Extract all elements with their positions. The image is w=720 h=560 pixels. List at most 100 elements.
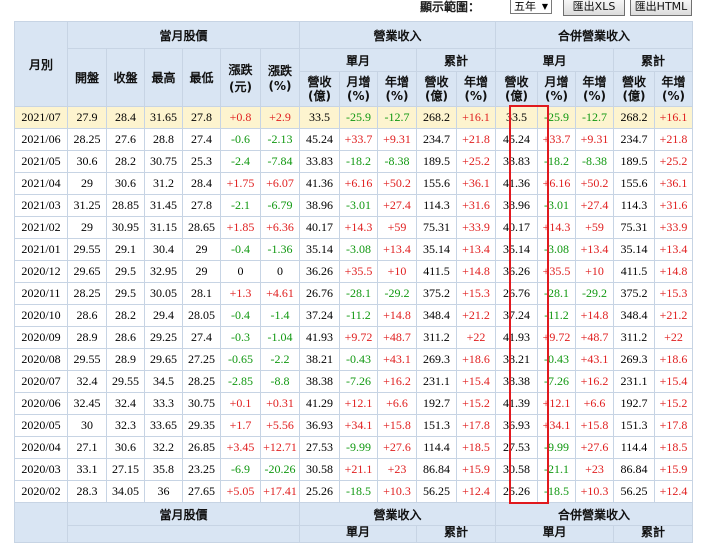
table-cell: 32.45	[67, 392, 107, 415]
table-cell: 0	[220, 260, 261, 283]
table-cell: 33.83	[495, 150, 538, 173]
col-con-cum-yoy: 年增 (%)	[654, 71, 693, 107]
table-cell: +10.3	[575, 480, 614, 503]
table-cell: +21.8	[654, 128, 693, 151]
table-cell: 269.3	[613, 348, 655, 371]
table-cell: 234.7	[613, 128, 655, 151]
table-cell: +48.7	[377, 326, 417, 349]
table-cell: 75.31	[613, 216, 655, 239]
table-cell: +18.6	[456, 348, 496, 371]
table-cell: 29.55	[67, 348, 107, 371]
table-cell: 28.9	[67, 326, 107, 349]
table-cell: 375.2	[416, 282, 457, 305]
table-cell: 28.9	[106, 348, 145, 371]
table-cell: 29.25	[144, 326, 183, 349]
table-cell: +6.6	[377, 392, 417, 415]
table-cell: 189.5	[613, 150, 655, 173]
col-high: 最高	[144, 48, 183, 107]
footer-consolidated-group: 合併營業收入	[495, 502, 693, 526]
table-cell: 25.3	[182, 150, 221, 173]
table-cell: +27.6	[377, 436, 417, 459]
month-column-header: 月別	[14, 21, 68, 107]
table-cell: +36.1	[654, 172, 693, 195]
table-cell: +5.56	[260, 414, 300, 437]
table-cell: 30.4	[144, 238, 183, 261]
table-cell: +12.1	[339, 392, 378, 415]
table-cell: -12.7	[575, 106, 614, 129]
table-cell: 26.76	[495, 282, 538, 305]
table-cell: +33.7	[339, 128, 378, 151]
table-cell: 35.8	[144, 458, 183, 481]
table-cell: +16.2	[377, 370, 417, 393]
table-cell: +9.31	[575, 128, 614, 151]
table-cell: +12.1	[537, 392, 576, 415]
table-cell: 268.2	[416, 106, 457, 129]
table-cell: 33.83	[299, 150, 340, 173]
table-cell: 33.65	[144, 414, 183, 437]
table-cell: +50.2	[575, 172, 614, 195]
table-cell: -3.08	[339, 238, 378, 261]
table-cell: +22	[654, 326, 693, 349]
table-cell: 36	[144, 480, 183, 503]
table-cell: 31.25	[67, 194, 107, 217]
table-cell: +15.4	[654, 370, 693, 393]
table-cell: 29	[182, 238, 221, 261]
table-cell: 38.21	[299, 348, 340, 371]
month-cell: 2021/01	[14, 238, 68, 261]
table-cell: 27.25	[182, 348, 221, 371]
table-cell: -9.99	[537, 436, 576, 459]
toolbar: 顯示範圍： 五年 ▼ 匯出XLS 匯出HTML	[0, 0, 720, 20]
table-cell: +1.7	[220, 414, 261, 437]
table-cell: 38.21	[495, 348, 538, 371]
table-row: 2020/06 32.45 32.4 33.3 30.75 +0.1 +0.31 41.29 +…	[14, 392, 693, 415]
range-select[interactable]: 五年 ▼	[510, 0, 552, 14]
table-cell: +21.1	[339, 458, 378, 481]
col-low: 最低	[182, 48, 221, 107]
table-cell: +33.9	[654, 216, 693, 239]
table-cell: -2.1	[220, 194, 261, 217]
table-cell: -29.2	[377, 282, 417, 305]
table-row: 2020/12 29.65 29.5 32.95 29 0 0 36.26 +35.5 +10 41…	[14, 260, 693, 283]
table-cell: 45.24	[299, 128, 340, 151]
col-change-pct: 漲跌 (%)	[260, 48, 300, 107]
month-cell: 2021/04	[14, 172, 68, 195]
month-cell: 2020/03	[14, 458, 68, 481]
col-rev-single-mom: 月增 (%)	[339, 71, 378, 107]
table-cell: 348.4	[416, 304, 457, 327]
table-cell: +17.8	[456, 414, 496, 437]
month-cell: 2020/06	[14, 392, 68, 415]
table-row: 2021/01 29.55 29.1 30.4 29 -0.4 -1.36 35.14 -3.0…	[14, 238, 693, 261]
table-cell: -2.13	[260, 128, 300, 151]
table-cell: -0.3	[220, 326, 261, 349]
export-html-button[interactable]: 匯出HTML	[630, 0, 692, 16]
table-cell: +14.8	[575, 304, 614, 327]
table-cell: -6.79	[260, 194, 300, 217]
table-cell: -7.26	[537, 370, 576, 393]
table-cell: 26.76	[299, 282, 340, 305]
table-cell: 155.6	[613, 172, 655, 195]
table-cell: +59	[377, 216, 417, 239]
table-cell: 30.75	[144, 150, 183, 173]
table-cell: +6.07	[260, 172, 300, 195]
table-cell: 114.4	[416, 436, 457, 459]
price-group-header: 當月股價	[67, 21, 300, 49]
table-cell: +43.1	[575, 348, 614, 371]
table-cell: +23	[575, 458, 614, 481]
table-cell: +33.7	[537, 128, 576, 151]
table-cell: +27.6	[575, 436, 614, 459]
table-cell: 32.4	[67, 370, 107, 393]
table-cell: 40.17	[299, 216, 340, 239]
table-cell: -9.99	[339, 436, 378, 459]
table-cell: 36.26	[495, 260, 538, 283]
table-cell: -18.2	[339, 150, 378, 173]
table-cell: +4.61	[260, 282, 300, 305]
table-cell: +12.4	[654, 480, 693, 503]
export-xls-button[interactable]: 匯出XLS	[563, 0, 625, 16]
table-cell: +1.3	[220, 282, 261, 305]
table-cell: +15.9	[654, 458, 693, 481]
table-cell: +36.1	[456, 172, 496, 195]
table-cell: +2.9	[260, 106, 300, 129]
table-cell: 35.14	[416, 238, 457, 261]
table-cell: +10.3	[377, 480, 417, 503]
table-cell: +14.3	[537, 216, 576, 239]
